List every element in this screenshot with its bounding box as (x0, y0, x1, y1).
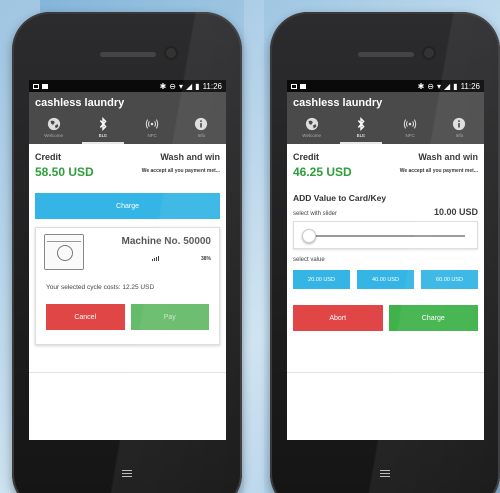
cell-signal-icon: ◢ (444, 81, 451, 91)
slider-label: select with slider (293, 211, 338, 217)
washing-machine-icon (44, 234, 84, 270)
value-slider[interactable] (293, 221, 478, 249)
status-bar: ✱ ⊖ ▾ ◢ ▮ 11:26 (287, 80, 484, 92)
tab-nfc[interactable]: NFC (386, 110, 435, 144)
tab-nfc[interactable]: NFC (128, 110, 177, 144)
charge-button[interactable]: Charge (388, 305, 478, 331)
tab-ble[interactable]: BLE (78, 110, 127, 144)
credit-label: Credit (293, 152, 320, 162)
tab-label: Welcome (44, 132, 63, 138)
status-time: 11:26 (460, 81, 480, 91)
charge-button[interactable]: Charge (35, 193, 220, 219)
phone-camera (166, 48, 176, 58)
phone-screen-right: ✱ ⊖ ▾ ◢ ▮ 11:26 cashless laundry Welcome… (287, 80, 484, 440)
select-value-label: select value (293, 257, 325, 263)
background-panel (244, 0, 264, 493)
tab-info[interactable]: Info (435, 110, 484, 144)
wifi-icon: ▾ (178, 81, 183, 91)
battery-icon: ▮ (195, 81, 200, 91)
slider-thumb[interactable] (302, 229, 316, 243)
signal-strength-icon (152, 256, 159, 261)
bluetooth-status-icon: ✱ (159, 81, 167, 91)
phone-screen-left: ✱ ⊖ ▾ ◢ ▮ 11:26 cashless laundry Welcome… (29, 80, 226, 440)
app-header: cashless laundry Welcome BLE NFC Info (29, 92, 226, 144)
wifi-icon: ▾ (436, 81, 441, 91)
promo-title: Wash and win (418, 152, 478, 162)
value-option-button[interactable]: 40.00 USD (357, 270, 414, 289)
app-title: cashless laundry (293, 97, 383, 109)
machine-card: Machine No. 50000 38% Your selected cycl… (35, 227, 220, 345)
nfc-icon (403, 118, 417, 129)
tab-label: BLE (356, 132, 366, 138)
credit-label: Credit (35, 152, 62, 162)
tab-label: Info (455, 132, 464, 138)
battery-icon: ▮ (453, 81, 458, 91)
tab-ble[interactable]: BLE (336, 110, 385, 144)
notification-icon (42, 83, 48, 89)
status-bar: ✱ ⊖ ▾ ◢ ▮ 11:26 (29, 80, 226, 92)
globe-icon (47, 117, 60, 130)
notification-icon (300, 83, 306, 89)
value-option-button[interactable]: 60.00 USD (421, 270, 478, 289)
tab-bar: Welcome BLE NFC Info (287, 110, 484, 144)
credit-value: 58.50 USD (35, 165, 94, 179)
notification-icon (291, 83, 297, 89)
cell-signal-icon: ◢ (186, 81, 193, 91)
promo-text: We accept all you payment met... (399, 168, 478, 174)
tab-welcome[interactable]: Welcome (29, 110, 78, 144)
minus-circle-icon: ⊖ (169, 81, 176, 91)
cycle-cost-text: Your selected cycle costs: 12.25 USD (46, 284, 155, 291)
status-time: 11:26 (202, 81, 222, 91)
value-options: 20.00 USD 40.00 USD 60.00 USD (293, 270, 478, 289)
tab-bar: Welcome BLE NFC Info (29, 110, 226, 144)
pay-button[interactable]: Pay (130, 304, 209, 330)
notification-icon (33, 83, 39, 89)
info-icon (453, 117, 466, 130)
promo-text: We accept all you payment met... (141, 168, 220, 174)
tab-welcome[interactable]: Welcome (287, 110, 336, 144)
info-icon (195, 117, 208, 130)
bluetooth-status-icon: ✱ (417, 81, 425, 91)
menu-icon[interactable] (380, 470, 390, 478)
machine-battery: 38% (200, 256, 211, 262)
slider-track (306, 235, 465, 237)
phone-speaker (358, 52, 414, 57)
slider-value: 10.00 USD (433, 207, 478, 217)
phone-camera (424, 48, 434, 58)
tab-label: NFC (147, 132, 157, 138)
minus-circle-icon: ⊖ (427, 81, 434, 91)
credit-row: Credit 58.50 USD Wash and win We accept … (35, 152, 220, 179)
app-header: cashless laundry Welcome BLE NFC Info (287, 92, 484, 144)
abort-button[interactable]: Abort (293, 305, 383, 331)
add-value-title: ADD Value to Card/Key (293, 193, 387, 203)
phone-speaker (100, 52, 156, 57)
credit-row: Credit 46.25 USD Wash and win We accept … (293, 152, 478, 179)
globe-icon (305, 117, 318, 130)
phone-frame-right: ✱ ⊖ ▾ ◢ ▮ 11:26 cashless laundry Welcome… (270, 12, 500, 493)
menu-icon[interactable] (122, 470, 132, 478)
tab-label: Welcome (302, 132, 321, 138)
tab-label: BLE (98, 132, 108, 138)
value-option-button[interactable]: 20.00 USD (293, 270, 350, 289)
cancel-button[interactable]: Cancel (46, 304, 125, 330)
app-title: cashless laundry (35, 97, 125, 109)
credit-value: 46.25 USD (293, 165, 352, 179)
bluetooth-icon (357, 116, 365, 131)
tab-label: Info (197, 132, 206, 138)
nfc-icon (145, 118, 159, 129)
machine-title: Machine No. 50000 (121, 236, 211, 247)
tab-info[interactable]: Info (177, 110, 226, 144)
bluetooth-icon (99, 116, 107, 131)
phone-frame-left: ✱ ⊖ ▾ ◢ ▮ 11:26 cashless laundry Welcome… (12, 12, 242, 493)
divider (29, 372, 226, 373)
tab-label: NFC (405, 132, 415, 138)
promo-title: Wash and win (160, 152, 220, 162)
divider (287, 372, 484, 373)
